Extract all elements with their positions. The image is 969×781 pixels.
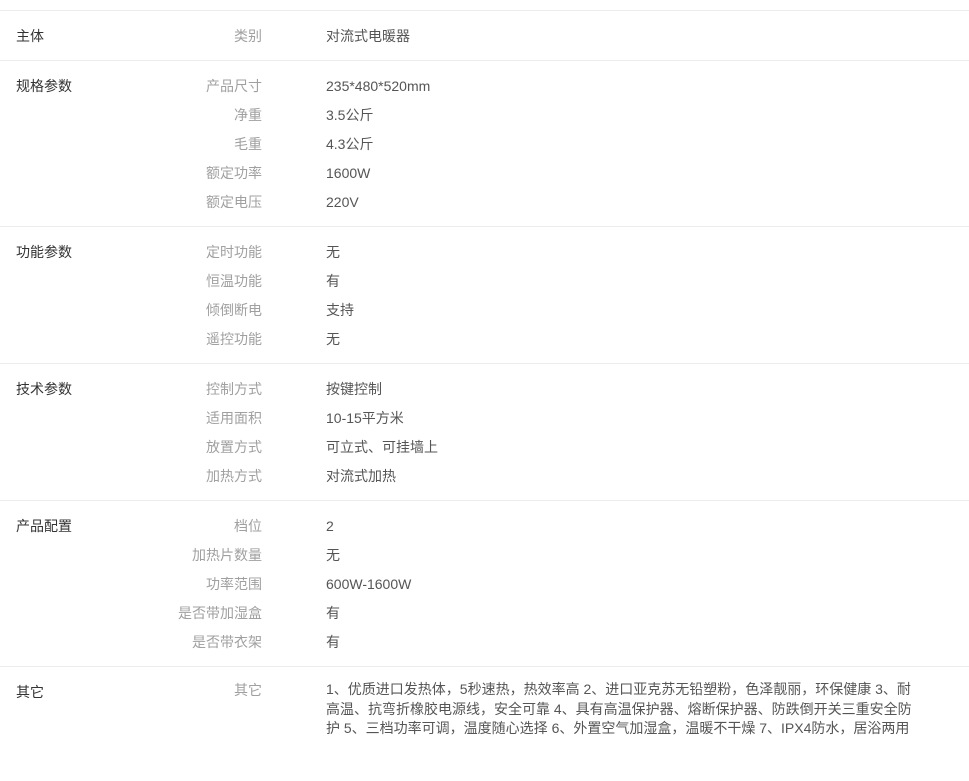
spec-rows: 其它 1、优质进口发热体，5秒速热，热效率高 2、进口亚克苏无铅塑粉，色泽靓丽，… [0, 678, 969, 739]
spec-rows: 档位 2 加热片数量 无 功率范围 600W-1600W 是否带加湿盒 有 是否… [0, 512, 969, 657]
spec-row: 额定电压 220V [0, 188, 969, 217]
spec-row: 控制方式 按键控制 [0, 375, 969, 404]
spec-row: 是否带加湿盒 有 [0, 599, 969, 628]
spec-row: 毛重 4.3公斤 [0, 130, 969, 159]
spec-row: 功率范围 600W-1600W [0, 570, 969, 599]
spec-param-value: 600W-1600W [326, 570, 411, 599]
spec-row: 定时功能 无 [0, 238, 969, 267]
spec-row: 净重 3.5公斤 [0, 101, 969, 130]
spec-row: 档位 2 [0, 512, 969, 541]
spec-rows: 控制方式 按键控制 适用面积 10-15平方米 放置方式 可立式、可挂墙上 加热… [0, 375, 969, 491]
spec-param-name: 适用面积 [0, 404, 262, 433]
spec-param-name: 是否带衣架 [0, 628, 262, 657]
spec-section-functions: 功能参数 定时功能 无 恒温功能 有 倾倒断电 支持 遥控功能 无 [0, 226, 969, 363]
spec-section-dimensions: 规格参数 产品尺寸 235*480*520mm 净重 3.5公斤 毛重 4.3公… [0, 60, 969, 226]
spec-param-name: 恒温功能 [0, 267, 262, 296]
spec-param-name: 额定电压 [0, 188, 262, 217]
spec-param-value: 无 [326, 238, 340, 267]
spec-param-name: 额定功率 [0, 159, 262, 188]
spec-param-value: 3.5公斤 [326, 101, 373, 130]
spec-section-other: 其它 其它 1、优质进口发热体，5秒速热，热效率高 2、进口亚克苏无铅塑粉，色泽… [0, 666, 969, 748]
spec-row: 适用面积 10-15平方米 [0, 404, 969, 433]
spec-param-value: 对流式加热 [326, 462, 396, 491]
spec-rows: 定时功能 无 恒温功能 有 倾倒断电 支持 遥控功能 无 [0, 238, 969, 354]
spec-param-name: 功率范围 [0, 570, 262, 599]
spec-param-name: 加热方式 [0, 462, 262, 491]
spec-param-name: 放置方式 [0, 433, 262, 462]
spec-group-title: 其它 [16, 678, 44, 707]
spec-row: 倾倒断电 支持 [0, 296, 969, 325]
spec-param-name: 倾倒断电 [0, 296, 262, 325]
spec-param-value: 无 [326, 541, 340, 570]
spec-param-value: 235*480*520mm [326, 72, 430, 101]
spec-rows: 类别 对流式电暖器 [0, 22, 969, 51]
spec-row: 放置方式 可立式、可挂墙上 [0, 433, 969, 462]
spec-param-value: 有 [326, 628, 340, 657]
spec-param-value: 有 [326, 267, 340, 296]
spec-section-technical: 技术参数 控制方式 按键控制 适用面积 10-15平方米 放置方式 可立式、可挂… [0, 363, 969, 500]
spec-param-value: 可立式、可挂墙上 [326, 433, 438, 462]
spec-group-title: 主体 [16, 22, 44, 51]
spec-row: 遥控功能 无 [0, 325, 969, 354]
spec-row: 其它 1、优质进口发热体，5秒速热，热效率高 2、进口亚克苏无铅塑粉，色泽靓丽，… [0, 678, 969, 739]
product-spec-table: 主体 类别 对流式电暖器 规格参数 产品尺寸 235*480*520mm 净重 … [0, 0, 969, 781]
spec-group-title: 产品配置 [16, 512, 72, 541]
spec-param-name: 是否带加湿盒 [0, 599, 262, 628]
spec-group-title: 功能参数 [16, 238, 72, 267]
spec-row: 额定功率 1600W [0, 159, 969, 188]
spec-section-main: 主体 类别 对流式电暖器 [0, 10, 969, 60]
spec-param-name: 毛重 [0, 130, 262, 159]
spec-section-configuration: 产品配置 档位 2 加热片数量 无 功率范围 600W-1600W 是否带加湿盒… [0, 500, 969, 666]
spec-row: 加热片数量 无 [0, 541, 969, 570]
spec-param-value: 对流式电暖器 [326, 22, 410, 51]
spec-row: 类别 对流式电暖器 [0, 22, 969, 51]
spec-param-value: 1、优质进口发热体，5秒速热，热效率高 2、进口亚克苏无铅塑粉，色泽靓丽，环保健… [326, 678, 918, 739]
spec-param-value: 2 [326, 512, 334, 541]
spec-param-value: 1600W [326, 159, 370, 188]
spec-rows: 产品尺寸 235*480*520mm 净重 3.5公斤 毛重 4.3公斤 额定功… [0, 72, 969, 217]
spec-param-value: 有 [326, 599, 340, 628]
spec-param-name: 净重 [0, 101, 262, 130]
spec-param-value: 10-15平方米 [326, 404, 404, 433]
spec-group-title: 规格参数 [16, 72, 72, 101]
spec-row: 恒温功能 有 [0, 267, 969, 296]
spec-row: 加热方式 对流式加热 [0, 462, 969, 491]
spec-row: 产品尺寸 235*480*520mm [0, 72, 969, 101]
spec-param-value: 支持 [326, 296, 354, 325]
spec-param-value: 220V [326, 188, 359, 217]
spec-param-name: 遥控功能 [0, 325, 262, 354]
spec-group-title: 技术参数 [16, 375, 72, 404]
spec-param-name: 加热片数量 [0, 541, 262, 570]
spec-param-value: 4.3公斤 [326, 130, 373, 159]
spec-param-value: 按键控制 [326, 375, 382, 404]
spec-row: 是否带衣架 有 [0, 628, 969, 657]
spec-param-value: 无 [326, 325, 340, 354]
